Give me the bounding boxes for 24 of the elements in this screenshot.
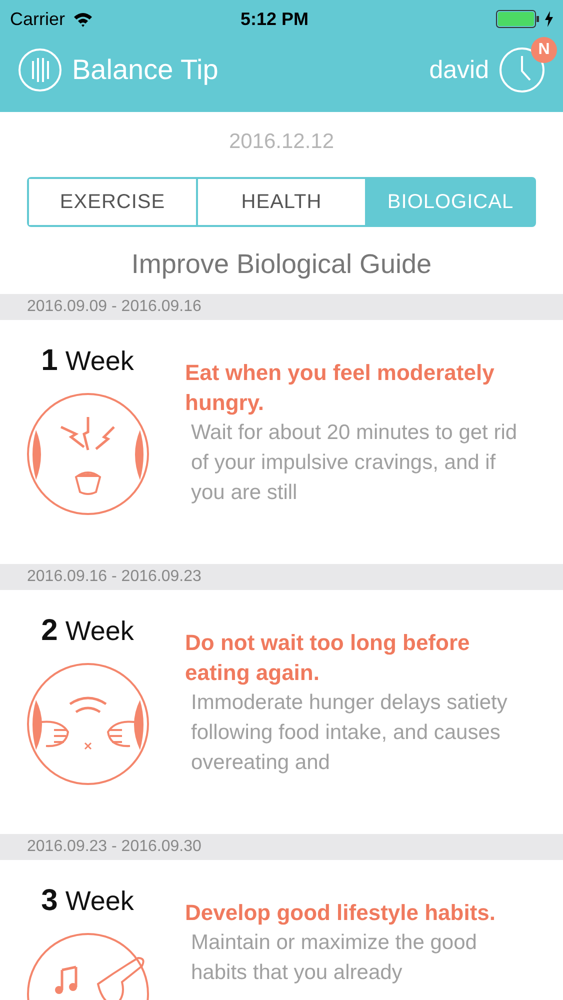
belly-hands-icon xyxy=(26,662,150,786)
hungry-face-icon xyxy=(26,392,150,516)
week-label: 3 Week xyxy=(41,884,134,918)
tip-title: Develop good lifestyle habits. xyxy=(185,899,497,927)
date-range-bar: 2016.09.09 - 2016.09.16 xyxy=(0,294,563,320)
tip-text: Maintain or maximize the good habits that you already xyxy=(190,930,478,986)
tip-title: Eat when you feel moderately hungry. xyxy=(185,359,496,417)
date-range-bar: 2016.09.23 - 2016.09.30 xyxy=(0,834,563,860)
current-date: 2016.12.12 xyxy=(228,130,336,154)
notification-badge: N xyxy=(531,37,557,63)
battery-icon xyxy=(496,10,540,28)
bars-logo-icon xyxy=(18,48,62,92)
app-title: Balance Tip xyxy=(72,54,218,86)
week-label: 1 Week xyxy=(41,344,134,378)
guide-heading: Improve Biological Guide xyxy=(130,249,433,280)
week-label: 2 Week xyxy=(41,614,134,648)
tip-text: Immoderate hunger delays satiety following food intake, and causes overeating and xyxy=(190,690,508,776)
date-range-bar: 2016.09.16 - 2016.09.23 xyxy=(0,564,563,590)
tip-text: Wait for about 20 minutes to get rid of your impulsive cravings, and if you are still xyxy=(190,420,518,506)
tip-title: Do not wait too long before eating again. xyxy=(185,629,471,687)
charging-icon xyxy=(545,11,553,27)
status-time: 5:12 PM xyxy=(239,8,310,30)
wifi-icon xyxy=(73,12,94,26)
carrier-name: Carrier xyxy=(10,8,66,30)
